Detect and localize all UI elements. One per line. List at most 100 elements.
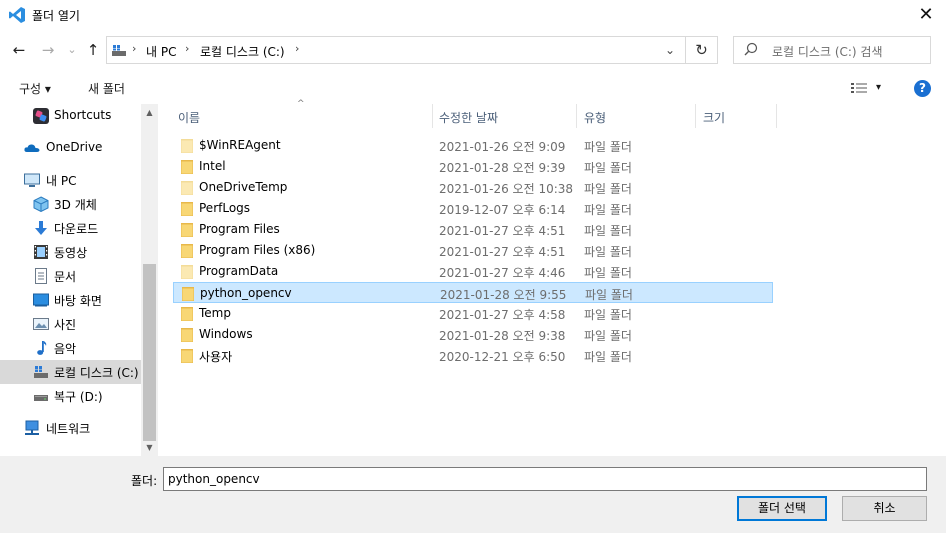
table-row[interactable]: Intel 2021-01-28 오전 9:39 파일 폴더: [173, 156, 773, 177]
toolbar: 구성 ▾ 새 폴더 ▾: [0, 72, 946, 104]
view-options-icon[interactable]: [851, 82, 867, 94]
recent-locations-button[interactable]: ⌄: [62, 39, 82, 61]
sidebar-item-desktop[interactable]: 바탕 화면: [0, 288, 141, 312]
folder-icon: [181, 244, 193, 258]
table-row[interactable]: 사용자 2020-12-21 오후 6:50 파일 폴더: [173, 345, 773, 366]
file-name: Program Files: [199, 222, 280, 236]
search-box[interactable]: 로컬 디스크 (C:) 검색: [733, 36, 931, 64]
close-button[interactable]: ✕: [914, 3, 938, 27]
file-name: 사용자: [199, 350, 233, 364]
column-header-name[interactable]: 이름: [178, 109, 200, 133]
file-date: 2021-01-28 오전 9:39: [439, 161, 566, 175]
folder-icon: [181, 160, 193, 174]
scrollbar-thumb[interactable]: [143, 264, 156, 441]
picture-icon: [33, 318, 49, 330]
breadcrumb-drive-c[interactable]: 로컬 디스크 (C:): [200, 43, 285, 60]
table-row[interactable]: PerfLogs 2019-12-07 오후 6:14 파일 폴더: [173, 198, 773, 219]
breadcrumb-pc[interactable]: 내 PC: [146, 43, 176, 60]
folder-icon: [181, 181, 193, 195]
table-row[interactable]: Windows 2021-01-28 오전 9:38 파일 폴더: [173, 324, 773, 345]
sidebar-item-this-pc[interactable]: 내 PC: [0, 168, 141, 192]
table-row[interactable]: ProgramData 2021-01-27 오후 4:46 파일 폴더: [173, 261, 773, 282]
table-row[interactable]: Program Files 2021-01-27 오후 4:51 파일 폴더: [173, 219, 773, 240]
file-date: 2020-12-21 오후 6:50: [439, 350, 566, 364]
sidebar-item-shortcuts[interactable]: Shortcuts: [0, 104, 141, 128]
sidebar-item-label: 문서: [54, 270, 77, 284]
address-bar[interactable]: › 내 PC › 로컬 디스크 (C:) › ⌄: [106, 36, 686, 64]
drive-icon: [112, 45, 126, 56]
folder-name-input[interactable]: [163, 467, 927, 491]
forward-button[interactable]: →: [38, 39, 58, 61]
column-header-size[interactable]: 크기: [703, 109, 725, 133]
chevron-right-icon[interactable]: ›: [132, 42, 136, 55]
file-type: 파일 폴더: [585, 288, 633, 302]
sidebar-item-label: 바탕 화면: [54, 294, 102, 308]
title-bar: 폴더 열기 ✕: [0, 0, 946, 30]
column-header-date[interactable]: 수정한 날짜: [439, 109, 498, 133]
sidebar-item-documents[interactable]: 문서: [0, 264, 141, 288]
view-dropdown-button[interactable]: ▾: [876, 82, 881, 93]
sidebar-item-music[interactable]: 음악: [0, 336, 141, 360]
help-button[interactable]: ?: [914, 80, 931, 97]
cube-3d-icon: [33, 196, 49, 212]
column-divider[interactable]: [695, 104, 696, 128]
file-name: OneDriveTemp: [199, 180, 288, 194]
folder-icon: [181, 307, 193, 321]
column-divider[interactable]: [776, 104, 777, 128]
new-folder-button[interactable]: 새 폴더: [88, 80, 125, 97]
download-icon: [35, 221, 47, 235]
sidebar-item-local-disk-c[interactable]: 로컬 디스크 (C:): [0, 360, 141, 384]
file-date: 2021-01-26 오전 9:09: [439, 140, 566, 154]
table-row[interactable]: $WinREAgent 2021-01-26 오전 9:09 파일 폴더: [173, 135, 773, 156]
column-divider[interactable]: [576, 104, 577, 128]
search-icon: [744, 42, 758, 56]
folder-icon: [181, 349, 193, 363]
sidebar-item-downloads[interactable]: 다운로드: [0, 216, 141, 240]
sidebar-item-pictures[interactable]: 사진: [0, 312, 141, 336]
file-date: 2021-01-27 오후 4:51: [439, 245, 566, 259]
file-type: 파일 폴더: [584, 203, 632, 217]
file-name: Windows: [199, 327, 253, 341]
sidebar-item-3d-objects[interactable]: 3D 개체: [0, 192, 141, 216]
chevron-right-icon[interactable]: ›: [295, 42, 299, 55]
refresh-button[interactable]: ↻: [686, 36, 718, 64]
chevron-down-icon[interactable]: ⌄: [665, 43, 675, 57]
pc-icon: [24, 173, 40, 187]
column-divider[interactable]: [432, 104, 433, 128]
table-row[interactable]: python_opencv 2021-01-28 오전 9:55 파일 폴더: [173, 282, 773, 303]
network-icon: [25, 420, 39, 435]
sidebar-item-videos[interactable]: 동영상: [0, 240, 141, 264]
drive-icon: [34, 366, 48, 378]
folder-icon: [182, 287, 194, 301]
sidebar-item-recovery-d[interactable]: 복구 (D:): [0, 384, 141, 408]
select-folder-button[interactable]: 폴더 선택: [737, 496, 827, 521]
file-name: ProgramData: [199, 264, 279, 278]
sidebar-item-label: 네트워크: [46, 422, 91, 436]
organize-button[interactable]: 구성 ▾: [19, 80, 51, 97]
file-type: 파일 폴더: [584, 224, 632, 238]
cancel-button[interactable]: 취소: [842, 496, 927, 521]
search-input[interactable]: 로컬 디스크 (C:) 검색: [772, 43, 883, 60]
file-date: 2021-01-28 오전 9:55: [440, 288, 567, 302]
file-type: 파일 폴더: [584, 140, 632, 154]
file-type: 파일 폴더: [584, 266, 632, 280]
table-row[interactable]: Temp 2021-01-27 오후 4:58 파일 폴더: [173, 303, 773, 324]
folder-icon: [181, 265, 193, 279]
up-button[interactable]: ↑: [83, 39, 103, 61]
folder-label: 폴더:: [131, 474, 158, 488]
scroll-down-icon[interactable]: ▼: [141, 439, 158, 456]
file-name: PerfLogs: [199, 201, 251, 215]
table-row[interactable]: OneDriveTemp 2021-01-26 오전 10:38 파일 폴더: [173, 177, 773, 198]
window-title: 폴더 열기: [32, 9, 80, 23]
shortcuts-icon: [33, 108, 49, 124]
scroll-up-icon[interactable]: ▲: [141, 104, 158, 121]
nav-pane-scrollbar[interactable]: ▲ ▼: [141, 104, 158, 456]
table-row[interactable]: Program Files (x86) 2021-01-27 오후 4:51 파일 …: [173, 240, 773, 261]
sidebar-item-onedrive[interactable]: OneDrive: [0, 136, 141, 160]
chevron-right-icon[interactable]: ›: [185, 42, 189, 55]
back-button[interactable]: ←: [9, 39, 29, 61]
sidebar-item-network[interactable]: 네트워크: [0, 416, 141, 440]
file-type: 파일 폴더: [584, 350, 632, 364]
column-header-type[interactable]: 유형: [584, 109, 606, 133]
vscode-icon: [9, 7, 25, 23]
